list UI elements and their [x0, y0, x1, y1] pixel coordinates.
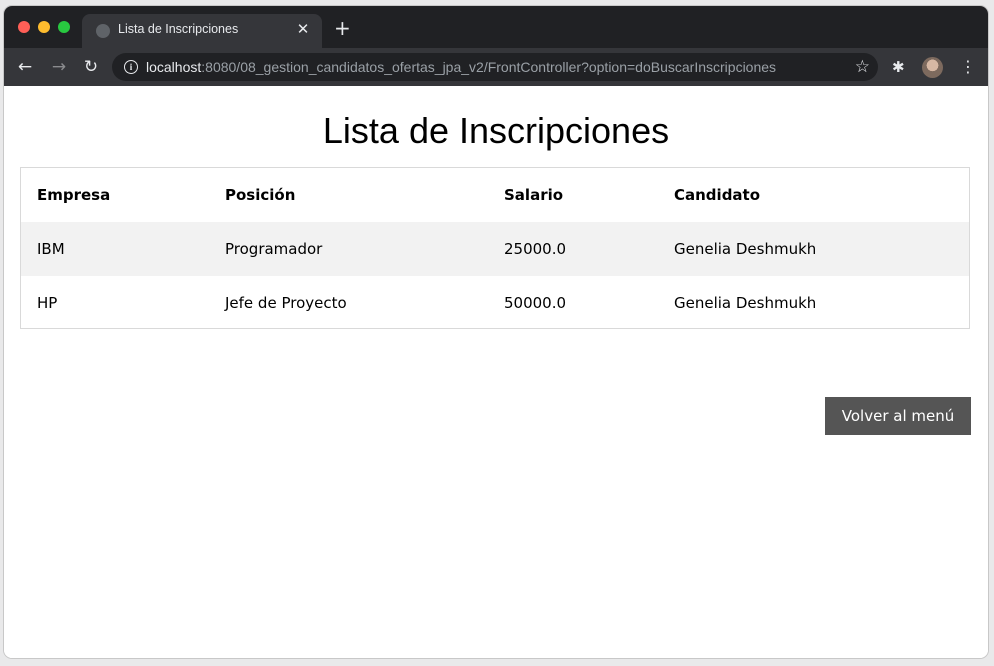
cell-empresa: HP	[37, 294, 58, 312]
star-icon[interactable]: ☆	[855, 57, 870, 77]
table-row: IBM Programador 25000.0 Genelia Deshmukh	[21, 222, 969, 276]
column-header-salario: Salario	[504, 186, 564, 204]
inscriptions-table: Empresa Posición Salario Candidato IBM P…	[20, 167, 970, 329]
browser-window: Lista de Inscripciones ✕ + ← → ↻ i local…	[4, 6, 988, 658]
forward-arrow-icon[interactable]: →	[46, 54, 72, 80]
cell-posicion: Programador	[209, 222, 488, 276]
cell-candidato: Genelia Deshmukh	[674, 294, 817, 312]
globe-icon	[96, 24, 110, 38]
page-content: Lista de Inscripciones Empresa Posición …	[4, 86, 988, 658]
column-header-candidato: Candidato	[674, 186, 761, 204]
column-header-posicion: Posición	[225, 186, 296, 204]
cell-candidato: Genelia Deshmukh	[658, 222, 969, 276]
puzzle-icon[interactable]: ✱	[892, 58, 905, 76]
minimize-window-button[interactable]	[38, 21, 50, 33]
cell-salario: 25000.0	[488, 222, 658, 276]
tab-lista-inscripciones[interactable]: Lista de Inscripciones ✕	[82, 14, 322, 48]
cell-salario: 50000.0	[504, 294, 567, 312]
column-header-empresa: Empresa	[37, 186, 111, 204]
url-text[interactable]: localhost:8080/08_gestion_candidatos_ofe…	[146, 59, 776, 75]
url-host: localhost	[146, 59, 202, 75]
page-title: Lista de Inscripciones	[322, 110, 670, 151]
back-arrow-icon[interactable]: ←	[12, 54, 38, 80]
more-menu-icon[interactable]: ⋮	[960, 57, 976, 77]
info-icon[interactable]: i	[124, 60, 138, 74]
table-header-row: Empresa Posición Salario Candidato	[21, 168, 969, 222]
tab-strip: Lista de Inscripciones ✕ +	[4, 6, 988, 48]
close-window-button[interactable]	[18, 21, 30, 33]
url-path: :8080/08_gestion_candidatos_ofertas_jpa_…	[201, 59, 777, 75]
plus-icon[interactable]: +	[334, 18, 351, 38]
back-to-menu-button[interactable]: Volver al menú	[825, 397, 971, 435]
close-icon[interactable]: ✕	[294, 20, 312, 38]
table-row: HP Jefe de Proyecto 50000.0 Genelia Desh…	[21, 276, 969, 330]
tab-title: Lista de Inscripciones	[118, 22, 239, 36]
browser-toolbar: ← → ↻ i localhost:8080/08_gestion_candid…	[4, 48, 988, 86]
address-bar[interactable]: i localhost:8080/08_gestion_candidatos_o…	[112, 53, 878, 81]
reload-icon[interactable]: ↻	[78, 54, 104, 80]
cell-empresa: IBM	[21, 222, 209, 276]
avatar[interactable]	[922, 57, 943, 78]
cell-posicion: Jefe de Proyecto	[225, 294, 347, 312]
maximize-window-button[interactable]	[58, 21, 70, 33]
